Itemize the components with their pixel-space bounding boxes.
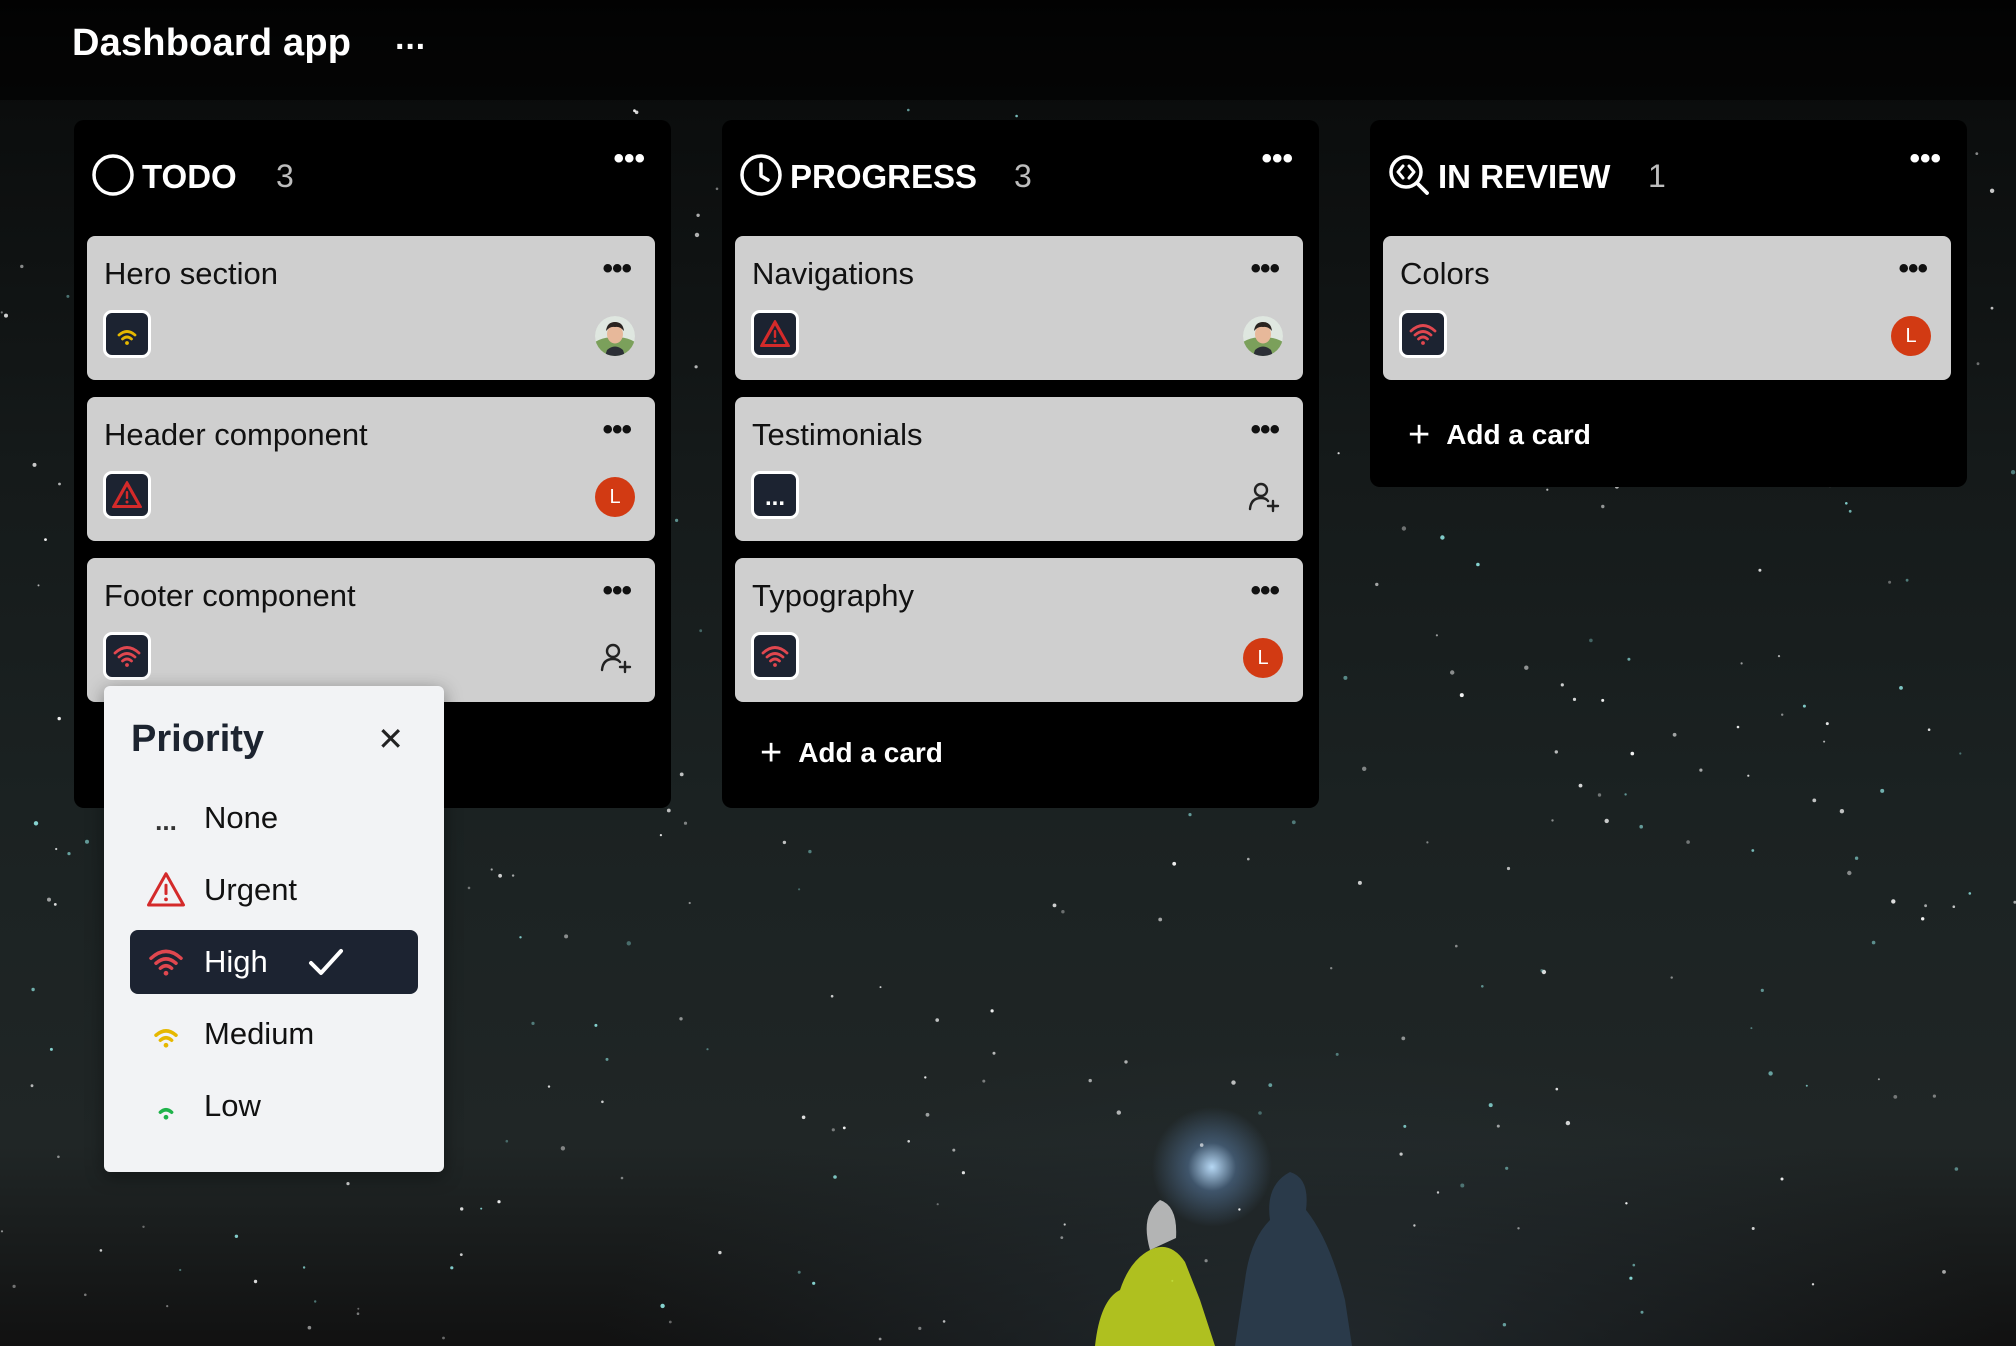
- card-more-icon[interactable]: •••: [602, 413, 631, 447]
- signal-medium-icon: [144, 1012, 188, 1056]
- card[interactable]: Typography ••• L: [735, 558, 1303, 702]
- circle-icon: [92, 154, 134, 196]
- plus-icon: +: [1408, 414, 1431, 456]
- option-label: None: [204, 800, 279, 835]
- card-more-icon[interactable]: •••: [1898, 252, 1927, 286]
- option-label: Low: [204, 1088, 261, 1123]
- user-avatar[interactable]: L: [595, 477, 635, 517]
- card-title: Hero section: [104, 256, 279, 291]
- column-title: PROGRESS: [790, 158, 978, 195]
- column-more-icon[interactable]: •••: [1261, 142, 1293, 176]
- board-more-icon[interactable]: ···: [395, 28, 427, 67]
- card-title: Footer component: [104, 578, 356, 613]
- signal-low-icon: [144, 1084, 188, 1128]
- alert-triangle-icon: [112, 481, 142, 508]
- add-card-button[interactable]: + Add a card: [1408, 416, 1591, 454]
- signal-high-icon: [144, 940, 188, 984]
- user-avatar[interactable]: [595, 316, 635, 356]
- card-more-icon[interactable]: •••: [1250, 252, 1279, 286]
- search-review-icon: [1389, 155, 1429, 195]
- add-assignee-icon[interactable]: [599, 640, 633, 674]
- close-icon[interactable]: ✕: [377, 720, 404, 758]
- column-more-icon[interactable]: •••: [613, 142, 645, 176]
- card[interactable]: Colors ••• L: [1383, 236, 1951, 380]
- card-more-icon[interactable]: •••: [1250, 574, 1279, 608]
- signal-medium-icon: [117, 330, 137, 345]
- alert-triangle-icon: [760, 320, 790, 347]
- user-avatar[interactable]: L: [1243, 638, 1283, 678]
- priority-option-medium[interactable]: Medium: [130, 1002, 418, 1066]
- column-count: 3: [1014, 158, 1032, 194]
- top-bar: Dashboard app ···: [0, 0, 2016, 100]
- priority-menu-title: Priority: [131, 718, 265, 760]
- none-dots-icon: ...: [155, 805, 177, 836]
- alert-triangle-icon: [144, 868, 188, 912]
- column-title: IN REVIEW: [1438, 158, 1611, 195]
- option-label: Urgent: [204, 872, 298, 907]
- priority-option-low[interactable]: Low: [130, 1074, 418, 1138]
- card[interactable]: Header component ••• L: [87, 397, 655, 541]
- card-more-icon[interactable]: •••: [602, 252, 631, 286]
- column-in-review: IN REVIEW 1 ••• Colors ••• L + Add a car…: [1370, 120, 1967, 487]
- app-title: Dashboard app: [72, 22, 352, 64]
- card-title: Navigations: [752, 256, 914, 291]
- priority-button[interactable]: [751, 310, 799, 358]
- card-title: Colors: [1400, 256, 1490, 291]
- column-progress: PROGRESS 3 ••• Navigations ••• Testimoni…: [722, 120, 1319, 808]
- priority-button[interactable]: [103, 310, 151, 358]
- card-title: Typography: [752, 578, 914, 613]
- priority-button[interactable]: [103, 471, 151, 519]
- priority-menu: Priority ✕ ... None Urgent High Medium L…: [104, 686, 444, 1172]
- card[interactable]: Navigations •••: [735, 236, 1303, 380]
- priority-button[interactable]: ...: [751, 471, 799, 519]
- priority-button[interactable]: [751, 632, 799, 680]
- option-label: High: [204, 944, 268, 979]
- card-more-icon[interactable]: •••: [1250, 413, 1279, 447]
- plus-icon: +: [760, 732, 783, 774]
- user-avatar[interactable]: L: [1891, 316, 1931, 356]
- priority-button[interactable]: [103, 632, 151, 680]
- card-more-icon[interactable]: •••: [602, 574, 631, 608]
- priority-button[interactable]: [1399, 310, 1447, 358]
- priority-option-high[interactable]: High: [130, 930, 418, 994]
- clock-icon: [740, 154, 782, 196]
- column-count: 3: [276, 158, 294, 194]
- option-label: Medium: [204, 1016, 315, 1051]
- checkmark-icon: [308, 949, 343, 975]
- card[interactable]: Hero section •••: [87, 236, 655, 380]
- card[interactable]: Testimonials ••• ...: [735, 397, 1303, 541]
- signal-high-icon: [113, 646, 141, 667]
- card-title: Testimonials: [752, 417, 923, 452]
- add-assignee-icon[interactable]: [1247, 479, 1281, 513]
- priority-option-none[interactable]: ... None: [130, 786, 418, 850]
- column-header: TODO 3 •••: [74, 120, 671, 230]
- card-title: Header component: [104, 417, 368, 452]
- signal-high-icon: [761, 646, 789, 667]
- user-avatar[interactable]: [1243, 316, 1283, 356]
- none-dots-icon: ...: [764, 484, 785, 511]
- card[interactable]: Footer component •••: [87, 558, 655, 702]
- add-card-button[interactable]: + Add a card: [760, 734, 943, 772]
- column-header: IN REVIEW 1 •••: [1370, 120, 1967, 230]
- priority-option-urgent[interactable]: Urgent: [130, 858, 418, 922]
- add-card-label: Add a card: [1446, 419, 1591, 450]
- column-header: PROGRESS 3 •••: [722, 120, 1319, 230]
- column-count: 1: [1648, 158, 1666, 194]
- column-more-icon[interactable]: •••: [1909, 142, 1941, 176]
- signal-high-icon: [1409, 324, 1437, 345]
- add-card-label: Add a card: [798, 737, 943, 768]
- column-title: TODO: [142, 158, 237, 195]
